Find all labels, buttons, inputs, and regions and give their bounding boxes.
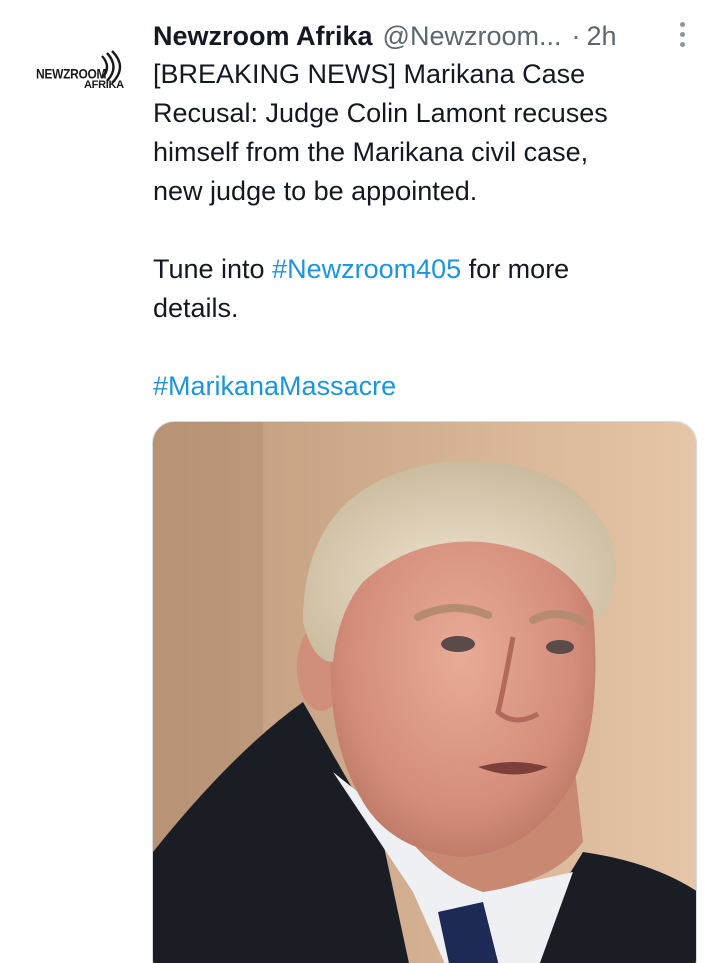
tweet-header: Newzroom Afrika @Newzroom... · 2h: [153, 18, 713, 54]
hashtag-link[interactable]: #Newzroom405: [272, 254, 461, 284]
account-avatar[interactable]: NEWZROOM AFRIKA: [28, 40, 124, 100]
tweet-line: details.: [153, 293, 239, 323]
tweet-line: [BREAKING NEWS] Marikana Case: [153, 59, 586, 89]
tweet-paragraph: Tune into #Newzroom405 for more: [153, 250, 693, 289]
portrait-photo: [153, 422, 696, 963]
tweet-text-suffix: for more: [461, 254, 570, 284]
dot: [679, 42, 685, 47]
tweet-card[interactable]: NEWZROOM AFRIKA Newzroom Afrika @Newzroo…: [0, 0, 720, 963]
dot: [679, 32, 685, 37]
tweet-line: Recusal: Judge Colin Lamont recuses: [153, 98, 608, 128]
header-separator: ·: [571, 20, 581, 51]
account-handle[interactable]: @Newzroom...: [383, 21, 562, 52]
tweet-line: himself from the Marikana civil case,: [153, 137, 589, 167]
tweet-photo[interactable]: [152, 421, 697, 963]
dot: [679, 22, 685, 27]
tweet-line: new judge to be appointed.: [153, 176, 478, 206]
hashtag-link[interactable]: #MarikanaMassacre: [153, 371, 396, 401]
tweet-paragraph: #MarikanaMassacre: [153, 367, 693, 406]
display-name[interactable]: Newzroom Afrika: [153, 21, 373, 52]
tweet-text: [BREAKING NEWS] Marikana Case Recusal: J…: [153, 55, 693, 406]
more-options-icon[interactable]: [677, 22, 687, 52]
tweet-timestamp[interactable]: 2h: [587, 21, 617, 52]
broadcast-waves-icon: [101, 50, 122, 84]
tweet-text-prefix: Tune into: [153, 254, 273, 284]
